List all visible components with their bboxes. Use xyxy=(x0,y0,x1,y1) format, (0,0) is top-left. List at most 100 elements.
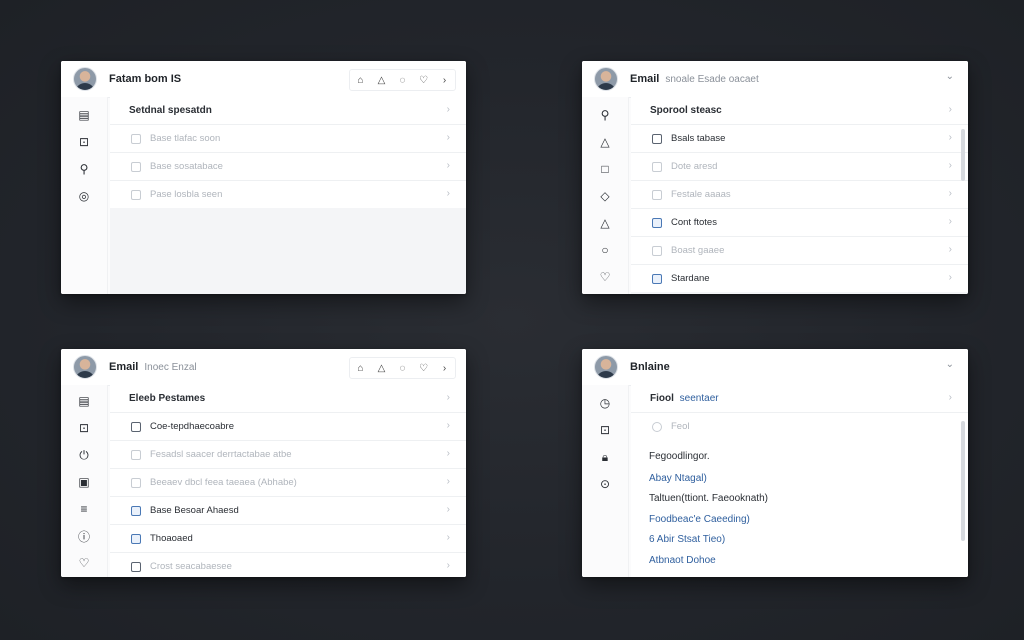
avatar[interactable] xyxy=(73,67,97,91)
triangle-icon[interactable]: △ xyxy=(597,134,613,150)
main-content: Eleeb Pestames › Coe-tepdhaecoabre › Fes… xyxy=(110,385,466,577)
location-icon[interactable]: ⊙ xyxy=(597,476,613,492)
chevron-right-icon: › xyxy=(948,272,952,283)
list-header-row[interactable]: Eleeb Pestames › xyxy=(110,385,466,413)
checkbox[interactable] xyxy=(652,218,662,228)
checkbox[interactable] xyxy=(131,450,141,460)
list-item[interactable]: Bsals tabase › xyxy=(631,125,968,153)
checkbox[interactable] xyxy=(652,134,662,144)
list-item[interactable]: Dote aresd › xyxy=(631,153,968,181)
chevron-right-icon: › xyxy=(446,476,450,487)
calendar-icon[interactable]: ▤ xyxy=(76,393,92,409)
doc-link[interactable]: Abay Ntagal) xyxy=(649,473,707,484)
list-item[interactable]: Feol xyxy=(631,413,968,440)
location-icon[interactable]: ♡ xyxy=(597,269,613,285)
checkbox[interactable] xyxy=(131,478,141,488)
image-icon[interactable]: ▣ xyxy=(76,474,92,490)
avatar[interactable] xyxy=(594,67,618,91)
panel-top-right: Email snoale Esade oacaet ⌄ ⚲ △ □ ◇ △ ○ … xyxy=(582,61,968,294)
chevron-down-icon[interactable]: ⌄ xyxy=(946,359,954,370)
checkbox[interactable] xyxy=(131,162,141,172)
list-item-label: Beeaev dbcl feea taeaea (Abhabe) xyxy=(150,477,297,488)
pin-icon[interactable]: ♡ xyxy=(413,70,434,90)
list-item[interactable]: Base tlafac soon › xyxy=(110,125,466,153)
panel-bottom-right: Bnlaine ⌄ ◷ ⊡ 🔒︎ ⊙ Fiool seentaer › Feol… xyxy=(582,349,968,577)
scrollbar[interactable] xyxy=(961,129,965,181)
list-item[interactable]: Crost seacabaesee › xyxy=(110,553,466,577)
list-item[interactable]: Fesadsl saacer derrtactabae atbe › xyxy=(110,441,466,469)
toolbar: ⌂ △ ◌ ♡ › xyxy=(349,357,456,379)
clock-icon[interactable]: ◷ xyxy=(597,395,613,411)
list-item[interactable]: Coe-tepdhaecoabre › xyxy=(110,413,466,441)
checkbox[interactable] xyxy=(131,506,141,516)
checkbox[interactable] xyxy=(652,162,662,172)
checkbox[interactable] xyxy=(131,534,141,544)
chevron-right-icon: › xyxy=(948,188,952,199)
checkbox[interactable] xyxy=(652,422,662,432)
calendar-icon[interactable]: ▤ xyxy=(76,107,92,123)
inbox-icon[interactable]: ⊡ xyxy=(76,420,92,436)
chevron-right-icon: › xyxy=(446,448,450,459)
drop-icon[interactable]: ◇ xyxy=(597,188,613,204)
doc-link[interactable]: 6 Abir Stsat Tieo) xyxy=(649,534,725,545)
chevron-right-icon: › xyxy=(446,420,450,431)
list-header-row[interactable]: Setdnal spesatdn › xyxy=(110,97,466,125)
warning-icon[interactable]: △ xyxy=(597,215,613,231)
menu-icon[interactable]: ≡ xyxy=(76,501,92,517)
chevron-right-icon[interactable]: › xyxy=(434,358,455,378)
checkbox[interactable] xyxy=(131,190,141,200)
list-item[interactable]: Cont ftotes › xyxy=(631,209,968,237)
panel-header: Bnlaine ⌄ xyxy=(582,349,968,386)
list-item-label: Boast gaaee xyxy=(671,245,725,256)
list-item-label: Cont ftotes xyxy=(671,217,717,228)
inbox-icon[interactable]: ⊡ xyxy=(76,134,92,150)
list-item[interactable]: Pase losbla seen › xyxy=(110,181,466,208)
checkbox[interactable] xyxy=(131,134,141,144)
checkbox[interactable] xyxy=(652,190,662,200)
list-item-label: Sporool steasc xyxy=(650,105,722,116)
panel-bottom-left: Email Inoec Enzal ⌂ △ ◌ ♡ › ▤ ⊡ ⏻ ▣ ≡ ⓘ … xyxy=(61,349,466,577)
list-item-label: Thoaoaed xyxy=(150,533,193,544)
list-item[interactable]: Thoaoaed › xyxy=(110,525,466,553)
chevron-right-icon[interactable]: › xyxy=(434,70,455,90)
circle-icon[interactable]: ○ xyxy=(597,242,613,258)
list-item[interactable]: Stardane › xyxy=(631,265,968,292)
list-header-row[interactable]: Sporool steasc › xyxy=(631,97,968,125)
power-icon[interactable]: ⏻ xyxy=(76,447,92,463)
list-item[interactable]: Festale aaaas › xyxy=(631,181,968,209)
doc-link[interactable]: Atbnaot Dohoe xyxy=(649,555,716,566)
home-icon[interactable]: ⌂ xyxy=(350,358,371,378)
sidebar: ◷ ⊡ 🔒︎ ⊙ xyxy=(582,385,629,577)
list-item[interactable]: Base sosatabace › xyxy=(110,153,466,181)
list-item[interactable]: Base Besoar Ahaesd › xyxy=(110,497,466,525)
bell-icon[interactable]: △ xyxy=(371,358,392,378)
avatar[interactable] xyxy=(73,355,97,379)
panel-header: Fatam bom IS ⌂ △ ◌ ♡ › xyxy=(61,61,466,98)
checkbox[interactable] xyxy=(652,246,662,256)
lock-icon[interactable]: 🔒︎ xyxy=(597,449,613,465)
info-icon[interactable]: ⓘ xyxy=(76,528,92,544)
pin-icon[interactable]: ⚲ xyxy=(76,161,92,177)
inbox-icon[interactable]: ⊡ xyxy=(597,422,613,438)
chat-icon[interactable]: ◌ xyxy=(392,70,413,90)
home-icon[interactable]: ⌂ xyxy=(350,70,371,90)
pin-icon[interactable]: ♡ xyxy=(413,358,434,378)
panel-header: Email Inoec Enzal ⌂ △ ◌ ♡ › xyxy=(61,349,466,386)
location-icon[interactable]: ♡ xyxy=(76,555,92,571)
search-icon[interactable]: ⚲ xyxy=(597,107,613,123)
chat-icon[interactable]: ◌ xyxy=(392,358,413,378)
list-item[interactable]: Beeaev dbcl feea taeaea (Abhabe) › xyxy=(110,469,466,497)
doc-link[interactable]: Foodbeac'e Caeeding) xyxy=(649,514,750,525)
scrollbar[interactable] xyxy=(961,421,965,541)
list-item-label: Base tlafac soon xyxy=(150,133,221,144)
list-header-row[interactable]: Fiool seentaer › xyxy=(631,385,968,413)
square-icon[interactable]: □ xyxy=(597,161,613,177)
info-icon[interactable]: ◎ xyxy=(76,188,92,204)
checkbox[interactable] xyxy=(652,274,662,284)
checkbox[interactable] xyxy=(131,562,141,572)
chevron-down-icon[interactable]: ⌄ xyxy=(946,71,954,82)
bell-icon[interactable]: △ xyxy=(371,70,392,90)
list-item[interactable]: Boast gaaee › xyxy=(631,237,968,265)
checkbox[interactable] xyxy=(131,422,141,432)
avatar[interactable] xyxy=(594,355,618,379)
